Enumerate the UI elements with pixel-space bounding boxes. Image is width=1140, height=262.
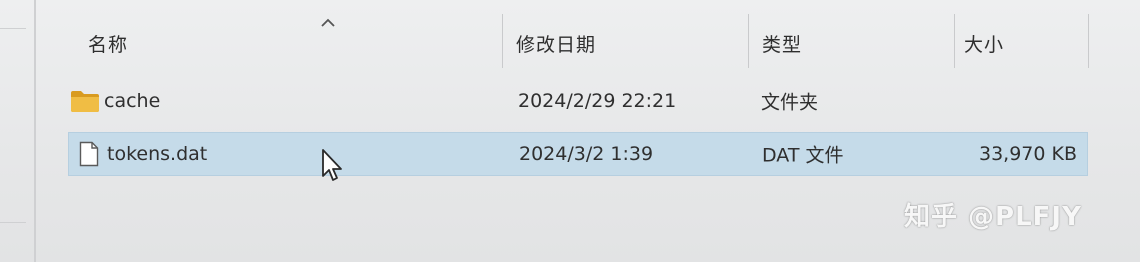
column-resize-handle[interactable] — [748, 14, 749, 68]
file-icon — [79, 141, 99, 167]
navigation-pane-divider — [0, 28, 26, 29]
column-resize-handle[interactable] — [502, 14, 503, 68]
column-resize-handle[interactable] — [1088, 14, 1089, 68]
file-name: tokens.dat — [107, 143, 208, 165]
navigation-pane-divider — [0, 222, 26, 223]
column-header-bar: 名称 修改日期 类型 大小 — [36, 12, 1140, 68]
column-header-type[interactable]: 类型 — [762, 30, 802, 57]
file-size: 33,970 KB — [978, 143, 1077, 165]
mouse-pointer-icon — [322, 149, 342, 181]
sort-ascending-icon — [321, 18, 335, 27]
column-header-name[interactable]: 名称 — [88, 30, 128, 57]
column-resize-handle[interactable] — [954, 14, 955, 68]
column-header-date-modified[interactable]: 修改日期 — [516, 30, 596, 57]
file-type: DAT 文件 — [762, 144, 844, 167]
file-explorer-window: 名称 修改日期 类型 大小 cache 2024/2/29 22:21 文件夹 … — [0, 0, 1140, 262]
file-name: cache — [104, 90, 161, 112]
file-list-row-selected[interactable]: tokens.dat 2024/3/2 1:39 DAT 文件 33,970 K… — [68, 132, 1088, 176]
folder-icon — [71, 91, 99, 112]
file-date-modified: 2024/2/29 22:21 — [518, 90, 677, 112]
file-type: 文件夹 — [761, 91, 819, 114]
column-header-size[interactable]: 大小 — [964, 30, 1004, 57]
file-list-row[interactable]: cache 2024/2/29 22:21 文件夹 — [68, 80, 1086, 122]
watermark: 知乎 @PLFJY — [904, 202, 1082, 232]
file-date-modified: 2024/3/2 1:39 — [519, 143, 654, 165]
